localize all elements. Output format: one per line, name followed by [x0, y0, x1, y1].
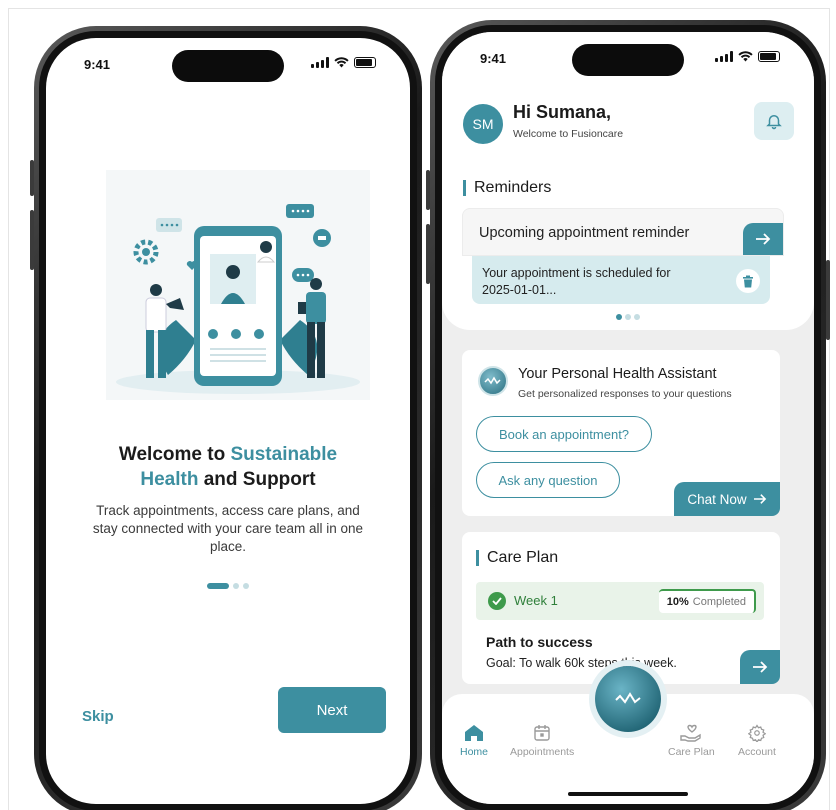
page-dot-active[interactable]: [616, 314, 622, 320]
status-time: 9:41: [84, 57, 111, 72]
onboarding-illustration: [106, 170, 370, 400]
pulse-wave-icon: [615, 692, 641, 704]
dynamic-island: [172, 50, 284, 82]
progress-label: Completed: [692, 596, 746, 608]
reminder-card[interactable]: Upcoming appointment reminder: [462, 208, 784, 256]
path-goal: Goal: To walk 60k steps this week.: [486, 656, 677, 670]
reminders-heading: Reminders: [463, 180, 551, 196]
check-icon: [488, 592, 506, 610]
phone-bezel: 9:41 SM Hi Sumana, Welcome to Fusioncare…: [435, 25, 821, 810]
gear-icon: [747, 724, 766, 742]
tab-home[interactable]: Home: [460, 724, 488, 758]
delete-reminder-button[interactable]: [736, 269, 760, 293]
reminder-card-title: Upcoming appointment reminder: [479, 225, 690, 241]
reminder-detail: Your appointment is scheduled for 2025-0…: [472, 256, 770, 304]
header-panel: 9:41 SM Hi Sumana, Welcome to Fusioncare…: [442, 32, 814, 330]
calendar-icon: [534, 725, 550, 741]
care-plan-open-button[interactable]: [740, 650, 780, 684]
title-accent-sustainable: Sustainable: [230, 444, 338, 465]
page-dot[interactable]: [243, 583, 249, 589]
chat-now-label: Chat Now: [687, 491, 747, 507]
tab-account[interactable]: Account: [738, 724, 776, 758]
tab-label: Home: [460, 746, 489, 758]
bottom-tab-bar: Home Appointments Care Plan Account: [442, 666, 814, 804]
mockup-canvas: 9:41 Welcome to Sustainable Health and S…: [0, 0, 836, 810]
phone-side-button: [826, 260, 830, 340]
page-dot[interactable]: [634, 314, 640, 320]
wifi-icon: [738, 51, 753, 62]
arrow-right-icon: [756, 233, 771, 245]
trash-icon: [743, 275, 753, 287]
assistant-logo-icon: [478, 366, 508, 396]
greeting-subtitle: Welcome to Fusioncare: [513, 128, 624, 140]
tab-label: Account: [738, 746, 776, 758]
next-button[interactable]: Next: [278, 687, 386, 733]
status-time: 9:41: [480, 51, 507, 66]
welcome-title: Welcome to Sustainable Health and Suppor…: [66, 442, 390, 492]
chat-now-button[interactable]: Chat Now: [674, 482, 780, 516]
page-dot-active[interactable]: [207, 583, 229, 589]
reminder-detail-text: Your appointment is scheduled for 2025-0…: [482, 266, 671, 297]
home-indicator: [568, 792, 688, 796]
path-title: Path to success: [486, 634, 593, 650]
skip-button[interactable]: Skip: [82, 708, 114, 725]
welcome-subtitle: Track appointments, access care plans, a…: [92, 503, 364, 554]
tab-appointments[interactable]: Appointments: [510, 724, 574, 758]
battery-icon: [354, 57, 376, 68]
book-appointment-chip[interactable]: Book an appointment?: [476, 416, 652, 452]
battery-icon: [758, 51, 780, 62]
dynamic-island: [572, 44, 684, 76]
progress-percent: 10%: [666, 596, 689, 608]
page-dot[interactable]: [625, 314, 631, 320]
notifications-button[interactable]: [754, 102, 794, 140]
onboarding-pagination: [207, 583, 249, 589]
tab-label: Care Plan: [668, 746, 715, 758]
assistant-title: Your Personal Health Assistant: [518, 366, 717, 382]
reminder-pagination: [616, 314, 640, 320]
care-plan-card: Care Plan Week 1 10% Completed Path to s…: [462, 532, 780, 684]
greeting-title: Hi Sumana,: [513, 102, 612, 122]
onboarding-phone: 9:41 Welcome to Sustainable Health and S…: [34, 26, 422, 810]
week-label: Week 1: [514, 593, 558, 608]
care-hand-icon: [680, 724, 702, 742]
bell-icon: [766, 115, 782, 130]
onboarding-screen: 9:41 Welcome to Sustainable Health and S…: [46, 38, 410, 804]
status-icons: [715, 51, 780, 62]
home-screen: 9:41 SM Hi Sumana, Welcome to Fusioncare…: [442, 32, 814, 804]
reminder-open-button[interactable]: [743, 223, 783, 255]
status-icons: [311, 57, 376, 68]
avatar[interactable]: SM: [463, 104, 503, 144]
page-dot[interactable]: [233, 583, 239, 589]
arrow-right-icon: [753, 494, 766, 504]
title-part2: and Support: [198, 469, 316, 490]
health-assistant-card: Your Personal Health Assistant Get perso…: [462, 350, 780, 516]
week-progress-row[interactable]: Week 1 10% Completed: [476, 582, 764, 620]
wifi-icon: [334, 57, 349, 68]
progress-badge: 10% Completed: [658, 589, 756, 613]
care-plan-heading: Care Plan: [476, 550, 558, 566]
signal-icon: [311, 57, 329, 68]
title-part1: Welcome to: [118, 444, 231, 465]
ask-question-chip[interactable]: Ask any question: [476, 462, 620, 498]
tab-label: Appointments: [510, 746, 575, 758]
home-phone: 9:41 SM Hi Sumana, Welcome to Fusioncare…: [430, 20, 826, 810]
assistant-subtitle: Get personalized responses to your quest…: [518, 388, 732, 400]
home-icon: [465, 725, 483, 741]
signal-icon: [715, 51, 733, 62]
title-accent-health: Health: [140, 469, 199, 490]
tab-care-plan[interactable]: Care Plan: [668, 724, 715, 758]
assistant-fab-button[interactable]: [595, 666, 661, 732]
phone-bezel: 9:41 Welcome to Sustainable Health and S…: [39, 31, 417, 810]
arrow-right-icon: [753, 661, 768, 673]
